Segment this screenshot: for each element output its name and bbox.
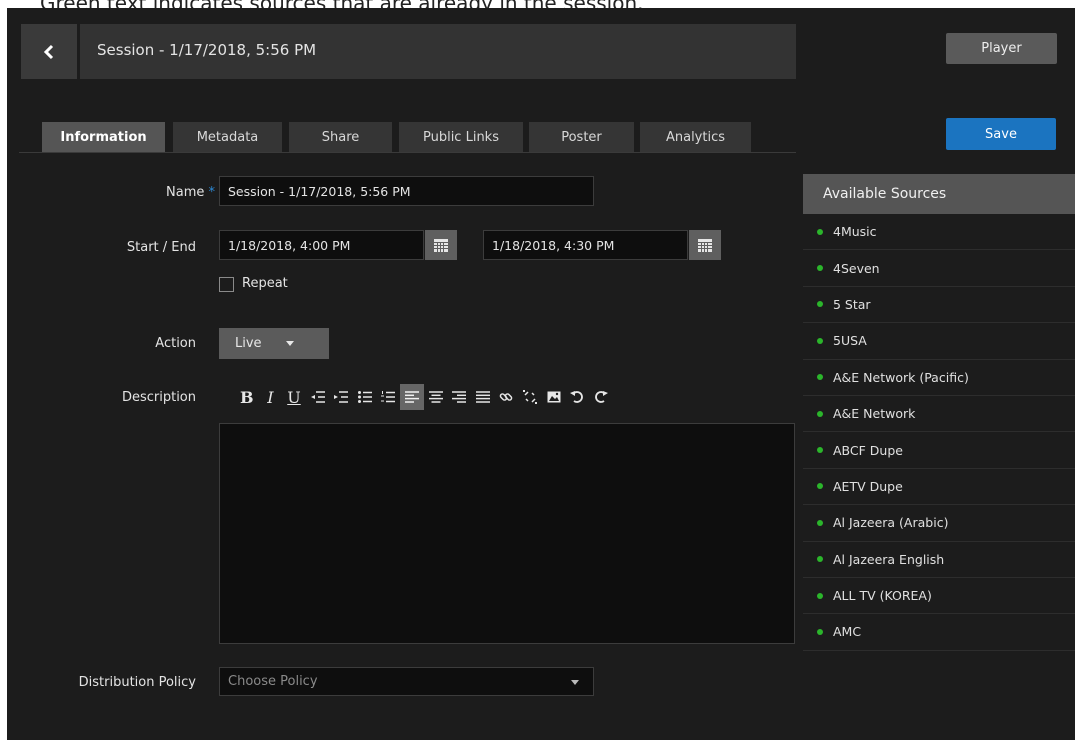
tab-public-links[interactable]: Public Links: [399, 122, 523, 152]
source-item[interactable]: ABCF Dupe: [803, 432, 1075, 469]
sources-list: 4Music 4Seven 5 Star 5USA A&E Network (Pacif…: [803, 214, 1075, 651]
source-label: Al Jazeera English: [833, 551, 945, 567]
status-dot: [817, 301, 823, 308]
outdent-icon[interactable]: [306, 384, 330, 410]
editor-toolbar: B I U: [235, 384, 613, 410]
source-item[interactable]: Al Jazeera (Arabic): [803, 505, 1075, 542]
source-item[interactable]: Al Jazeera English: [803, 542, 1075, 578]
justify-icon[interactable]: [471, 384, 495, 410]
required-mark: *: [208, 185, 216, 200]
source-label: A&E Network (Pacific): [833, 369, 969, 385]
action-label: Action: [155, 336, 196, 351]
source-label: 5USA: [833, 333, 867, 349]
caret-down-icon: [285, 341, 294, 346]
source-label: ALL TV (KOREA): [833, 588, 932, 604]
page-title: Session - 1/17/2018, 5:56 PM: [97, 41, 317, 59]
status-dot: [817, 628, 823, 635]
align-right-icon[interactable]: [447, 384, 471, 410]
tab-analytics[interactable]: Analytics: [640, 122, 751, 152]
start-date-field[interactable]: 1/18/2018, 4:00 PM: [219, 230, 424, 260]
available-sources-title: Available Sources: [803, 174, 1075, 214]
status-dot: [817, 447, 823, 454]
link-icon[interactable]: [495, 384, 519, 410]
caret-down-icon: [571, 680, 579, 685]
status-dot: [817, 592, 823, 599]
bullet-list-icon[interactable]: [353, 384, 377, 410]
source-item[interactable]: AETV Dupe: [803, 469, 1075, 506]
status-dot: [817, 483, 823, 490]
name-label-text: Name: [166, 185, 205, 200]
source-item[interactable]: A&E Network: [803, 396, 1075, 433]
repeat-checkbox[interactable]: [219, 277, 234, 292]
calendar-icon: [434, 238, 448, 252]
undo-icon[interactable]: [565, 384, 589, 410]
name-label: Name *: [166, 185, 215, 200]
source-item[interactable]: 4Music: [803, 214, 1075, 251]
session-editor: Session - 1/17/2018, 5:56 PM Player Info…: [7, 8, 1075, 740]
tab-poster[interactable]: Poster: [529, 122, 634, 152]
source-label: 4Seven: [833, 260, 880, 276]
source-item[interactable]: 5USA: [803, 323, 1075, 360]
status-dot: [817, 228, 823, 235]
save-button[interactable]: Save: [946, 118, 1056, 150]
underline-icon[interactable]: U: [282, 384, 306, 410]
image-icon[interactable]: [542, 384, 566, 410]
action-value: Live: [235, 336, 262, 351]
source-item[interactable]: ALL TV (KOREA): [803, 578, 1075, 615]
source-item[interactable]: 4Seven: [803, 250, 1075, 287]
source-label: 5 Star: [833, 296, 871, 312]
bold-icon[interactable]: B: [235, 384, 259, 410]
start-calendar-button[interactable]: [425, 230, 457, 260]
chevron-left-icon: [43, 44, 54, 59]
tab-share[interactable]: Share: [289, 122, 392, 152]
source-label: A&E Network: [833, 406, 916, 422]
redo-icon[interactable]: [589, 384, 613, 410]
player-button[interactable]: Player: [946, 33, 1057, 64]
start-end-label: Start / End: [126, 240, 196, 255]
align-left-icon[interactable]: [400, 384, 424, 410]
source-label: Al Jazeera (Arabic): [833, 515, 949, 531]
end-date-field[interactable]: 1/18/2018, 4:30 PM: [483, 230, 688, 260]
tab-divider: [19, 152, 796, 153]
source-label: AETV Dupe: [833, 478, 903, 494]
description-editor[interactable]: [219, 423, 795, 644]
status-dot: [817, 337, 823, 344]
distribution-policy-placeholder: Choose Policy: [228, 674, 318, 689]
repeat-label: Repeat: [242, 276, 288, 291]
source-item[interactable]: 5 Star: [803, 287, 1075, 324]
unlink-icon[interactable]: [518, 384, 542, 410]
status-dot: [817, 265, 823, 272]
end-calendar-button[interactable]: [689, 230, 721, 260]
description-label: Description: [121, 390, 196, 405]
source-item[interactable]: A&E Network (Pacific): [803, 360, 1075, 396]
source-item[interactable]: AMC: [803, 614, 1075, 651]
source-label: 4Music: [833, 224, 877, 240]
italic-icon[interactable]: I: [259, 384, 283, 410]
distribution-policy-label: Distribution Policy: [78, 675, 196, 690]
tab-information[interactable]: Information: [42, 122, 165, 152]
source-label: AMC: [833, 624, 862, 640]
available-sources-panel: Available Sources 4Music 4Seven 5 Star 5USA…: [803, 174, 1075, 654]
status-dot: [817, 410, 823, 417]
back-button[interactable]: [21, 24, 77, 79]
indent-icon[interactable]: [329, 384, 353, 410]
calendar-icon: [698, 238, 712, 252]
header: Session - 1/17/2018, 5:56 PM Player: [21, 24, 1071, 79]
name-field[interactable]: Session - 1/17/2018, 5:56 PM: [219, 176, 594, 206]
status-dot: [817, 374, 823, 381]
tab-metadata[interactable]: Metadata: [173, 122, 282, 152]
source-label: ABCF Dupe: [833, 442, 903, 458]
status-dot: [817, 556, 823, 563]
numbered-list-icon[interactable]: [377, 384, 401, 410]
distribution-policy-select[interactable]: Choose Policy: [219, 667, 594, 696]
align-center-icon[interactable]: [424, 384, 448, 410]
action-select[interactable]: Live: [219, 328, 329, 359]
session-title-bar: Session - 1/17/2018, 5:56 PM: [80, 24, 796, 79]
status-dot: [817, 519, 823, 526]
